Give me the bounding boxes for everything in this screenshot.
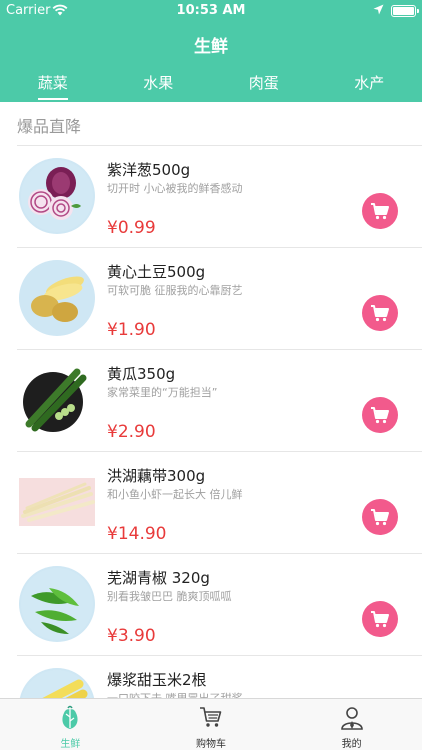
product-name: 洪湖藕带300g [107,467,206,485]
product-name: 紫洋葱500g [107,161,191,179]
user-icon [340,707,363,730]
cart-icon [371,611,389,628]
product-desc: 家常菜里的“万能担当” [107,386,218,399]
product-price: ¥1.90 [107,320,156,340]
product-name: 黄心土豆500g [107,263,206,281]
tab-fruit[interactable]: 水果 [106,72,212,102]
tab-label: 购物车 [196,739,226,750]
tab-label: 我的 [341,739,362,750]
category-tabs: 蔬菜 水果 肉蛋 水产 [0,72,422,102]
battery-icon [391,5,419,17]
product-desc: 别看我皱巴巴 脆爽顶呱呱 [107,590,232,603]
product-desc: 和小鱼小虾一起长大 倍儿鲜 [107,488,243,501]
product-name: 芜湖青椒 320g [107,569,210,587]
product-price: ¥14.90 [107,524,167,544]
add-to-cart-button[interactable] [362,295,398,331]
add-to-cart-button[interactable] [362,601,398,637]
product-desc: 切开时 小心被我的鲜香感动 [107,182,243,195]
page-title: 生鲜 [194,37,228,57]
cart-icon [371,509,389,526]
green-pepper-image [19,566,95,642]
lotus-root-shoot-image [19,464,95,540]
product-item[interactable]: 芜湖青椒 320g 别看我皱巴巴 脆爽顶呱呱 ¥3.90 [17,554,422,656]
cart-icon [371,305,389,322]
tab-fresh[interactable]: 生鲜 [0,699,141,750]
potato-image [19,260,95,336]
tab-vegetables[interactable]: 蔬菜 [0,72,106,102]
clock: 10:53 AM [176,3,246,18]
produce-icon [62,705,78,729]
tab-meat-eggs[interactable]: 肉蛋 [211,72,317,102]
product-price: ¥3.90 [107,626,156,646]
product-price: ¥2.90 [107,422,156,442]
status-bar: Carrier 10:53 AM [0,0,422,22]
product-desc: 一口咬下去 嘴里冒出了甜浆 [107,690,243,698]
product-name: 黄瓜350g [107,365,176,383]
onion-image [19,158,95,234]
product-item[interactable]: 黄瓜350g 家常菜里的“万能担当” ¥2.90 [17,350,422,452]
add-to-cart-button[interactable] [362,397,398,433]
product-price: ¥0.99 [107,218,156,238]
product-name: 爆浆甜玉米2根 [107,671,207,689]
cart-icon [371,203,389,220]
cucumber-image [19,362,95,438]
top-bar: Carrier 10:53 AM 生鲜 蔬菜 水果 肉蛋 水产 [0,0,422,102]
product-item[interactable]: 爆浆甜玉米2根 一口咬下去 嘴里冒出了甜浆 [17,656,422,698]
product-list: 紫洋葱500g 切开时 小心被我的鲜香感动 ¥0.99 黄心土豆500g 可软可… [17,146,422,698]
product-item[interactable]: 黄心土豆500g 可软可脆 征服我的心靠厨艺 ¥1.90 [17,248,422,350]
cart-icon [371,407,389,424]
product-item[interactable]: 紫洋葱500g 切开时 小心被我的鲜香感动 ¥0.99 [17,146,422,248]
location-icon [373,4,384,15]
add-to-cart-button[interactable] [362,193,398,229]
tab-seafood[interactable]: 水产 [317,72,422,102]
tab-mine[interactable]: 我的 [281,699,422,750]
add-to-cart-button[interactable] [362,499,398,535]
tab-label: 生鲜 [60,739,81,750]
product-item[interactable]: 洪湖藕带300g 和小鱼小虾一起长大 倍儿鲜 ¥14.90 [17,452,422,554]
bottom-tab-bar: 生鲜 购物车 我的 [0,698,422,750]
corn-image [19,668,95,698]
section-title: 爆品直降 [17,117,82,136]
cart-icon [200,707,222,727]
tab-cart[interactable]: 购物车 [141,699,282,750]
product-desc: 可软可脆 征服我的心靠厨艺 [107,284,243,297]
